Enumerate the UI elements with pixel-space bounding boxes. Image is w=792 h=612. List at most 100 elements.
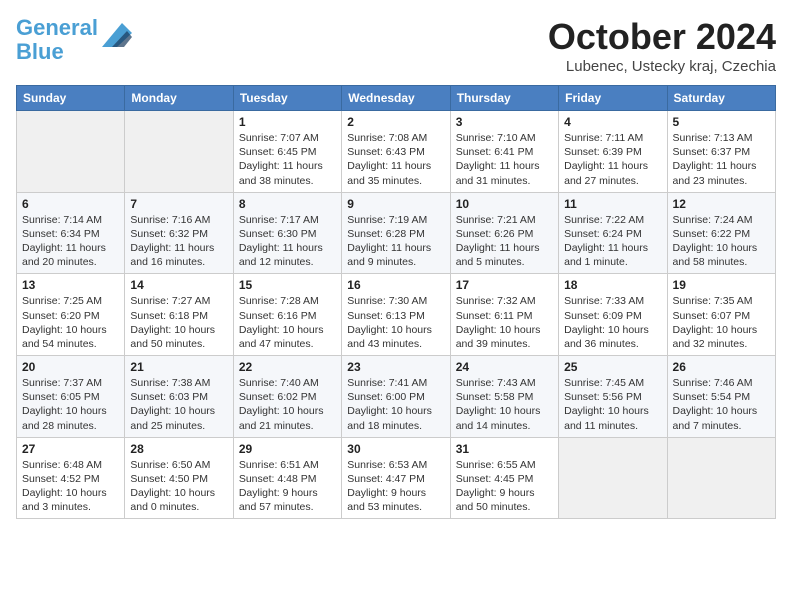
calendar-cell: 18Sunrise: 7:33 AM Sunset: 6:09 PM Dayli… — [559, 274, 667, 356]
calendar-week-4: 20 Sunrise: 7:37 AM Sunset: 6:05 PM Dayli… — [17, 356, 776, 438]
day-number: 18 — [564, 278, 661, 292]
calendar-week-2: 6 Sunrise: 7:14 AM Sunset: 6:34 PM Daylig… — [17, 192, 776, 274]
day-number: 31 — [456, 442, 553, 456]
day-number: 12 — [673, 197, 770, 211]
day-number: 9 — [347, 197, 444, 211]
calendar-cell: 10 Sunrise: 7:21 AM Sunset: 6:26 PM Dayli… — [450, 192, 558, 274]
weekday-header-monday: Monday — [125, 86, 233, 111]
day-number: 10 — [456, 197, 553, 211]
day-number: 14 — [130, 278, 227, 292]
calendar-cell: 13 Sunrise: 7:25 AM Sunset: 6:20 PM Dayli… — [17, 274, 125, 356]
day-info: Sunrise: 7:11 AM Sunset: 6:39 PM Dayligh… — [564, 131, 661, 188]
calendar-cell: 12Sunrise: 7:24 AM Sunset: 6:22 PM Dayli… — [667, 192, 775, 274]
day-number: 2 — [347, 115, 444, 129]
day-number: 11 — [564, 197, 661, 211]
calendar-cell — [125, 111, 233, 193]
day-info: Sunrise: 7:27 AM Sunset: 6:18 PM Dayligh… — [130, 294, 227, 351]
day-info: Sunrise: 7:28 AM Sunset: 6:16 PM Dayligh… — [239, 294, 336, 351]
calendar-cell: 5 Sunrise: 7:13 AM Sunset: 6:37 PM Daylig… — [667, 111, 775, 193]
day-number: 20 — [22, 360, 119, 374]
calendar-header-row: SundayMondayTuesdayWednesdayThursdayFrid… — [17, 86, 776, 111]
calendar-cell: 25Sunrise: 7:45 AM Sunset: 5:56 PM Dayli… — [559, 356, 667, 438]
day-info: Sunrise: 7:41 AM Sunset: 6:00 PM Dayligh… — [347, 376, 444, 433]
calendar-cell: 14 Sunrise: 7:27 AM Sunset: 6:18 PM Dayli… — [125, 274, 233, 356]
day-info: Sunrise: 7:43 AM Sunset: 5:58 PM Dayligh… — [456, 376, 553, 433]
day-number: 22 — [239, 360, 336, 374]
day-info: Sunrise: 7:22 AM Sunset: 6:24 PM Dayligh… — [564, 213, 661, 270]
day-info: Sunrise: 7:21 AM Sunset: 6:26 PM Dayligh… — [456, 213, 553, 270]
day-number: 15 — [239, 278, 336, 292]
calendar-week-1: 1Sunrise: 7:07 AM Sunset: 6:45 PM Daylig… — [17, 111, 776, 193]
title-area: October 2024 Lubenec, Ustecky kraj, Czec… — [548, 16, 776, 75]
day-number: 13 — [22, 278, 119, 292]
weekday-header-wednesday: Wednesday — [342, 86, 450, 111]
calendar-cell: 2 Sunrise: 7:08 AM Sunset: 6:43 PM Daylig… — [342, 111, 450, 193]
day-info: Sunrise: 7:14 AM Sunset: 6:34 PM Dayligh… — [22, 213, 119, 270]
calendar-cell: 28 Sunrise: 6:50 AM Sunset: 4:50 PM Dayli… — [125, 437, 233, 519]
day-info: Sunrise: 7:17 AM Sunset: 6:30 PM Dayligh… — [239, 213, 336, 270]
day-number: 30 — [347, 442, 444, 456]
calendar-cell: 7 Sunrise: 7:16 AM Sunset: 6:32 PM Daylig… — [125, 192, 233, 274]
calendar-cell: 3Sunrise: 7:10 AM Sunset: 6:41 PM Daylig… — [450, 111, 558, 193]
calendar-cell — [17, 111, 125, 193]
location-subtitle: Lubenec, Ustecky kraj, Czechia — [548, 58, 776, 75]
day-number: 25 — [564, 360, 661, 374]
calendar-cell: 16 Sunrise: 7:30 AM Sunset: 6:13 PM Dayli… — [342, 274, 450, 356]
day-info: Sunrise: 7:40 AM Sunset: 6:02 PM Dayligh… — [239, 376, 336, 433]
calendar-week-3: 13 Sunrise: 7:25 AM Sunset: 6:20 PM Dayli… — [17, 274, 776, 356]
day-number: 5 — [673, 115, 770, 129]
page-header: GeneralBlue October 2024 Lubenec, Usteck… — [16, 16, 776, 75]
day-number: 23 — [347, 360, 444, 374]
day-info: Sunrise: 6:50 AM Sunset: 4:50 PM Dayligh… — [130, 458, 227, 515]
calendar-table: SundayMondayTuesdayWednesdayThursdayFrid… — [16, 85, 776, 519]
calendar-cell: 19 Sunrise: 7:35 AM Sunset: 6:07 PM Dayli… — [667, 274, 775, 356]
day-number: 16 — [347, 278, 444, 292]
day-number: 6 — [22, 197, 119, 211]
day-info: Sunrise: 7:19 AM Sunset: 6:28 PM Dayligh… — [347, 213, 444, 270]
calendar-cell: 24 Sunrise: 7:43 AM Sunset: 5:58 PM Dayli… — [450, 356, 558, 438]
day-info: Sunrise: 6:53 AM Sunset: 4:47 PM Dayligh… — [347, 458, 444, 515]
month-title: October 2024 — [548, 16, 776, 58]
calendar-cell: 1Sunrise: 7:07 AM Sunset: 6:45 PM Daylig… — [233, 111, 341, 193]
logo-text: GeneralBlue — [16, 16, 98, 64]
calendar-cell: 17Sunrise: 7:32 AM Sunset: 6:11 PM Dayli… — [450, 274, 558, 356]
calendar-cell: 20 Sunrise: 7:37 AM Sunset: 6:05 PM Dayli… — [17, 356, 125, 438]
calendar-cell: 8 Sunrise: 7:17 AM Sunset: 6:30 PM Daylig… — [233, 192, 341, 274]
day-info: Sunrise: 7:08 AM Sunset: 6:43 PM Dayligh… — [347, 131, 444, 188]
day-info: Sunrise: 7:30 AM Sunset: 6:13 PM Dayligh… — [347, 294, 444, 351]
calendar-cell: 27Sunrise: 6:48 AM Sunset: 4:52 PM Dayli… — [17, 437, 125, 519]
calendar-week-5: 27Sunrise: 6:48 AM Sunset: 4:52 PM Dayli… — [17, 437, 776, 519]
calendar-cell: 26Sunrise: 7:46 AM Sunset: 5:54 PM Dayli… — [667, 356, 775, 438]
weekday-header-tuesday: Tuesday — [233, 86, 341, 111]
day-info: Sunrise: 7:37 AM Sunset: 6:05 PM Dayligh… — [22, 376, 119, 433]
day-number: 19 — [673, 278, 770, 292]
logo: GeneralBlue — [16, 16, 132, 64]
day-info: Sunrise: 7:35 AM Sunset: 6:07 PM Dayligh… — [673, 294, 770, 351]
day-number: 27 — [22, 442, 119, 456]
day-number: 1 — [239, 115, 336, 129]
day-info: Sunrise: 6:51 AM Sunset: 4:48 PM Dayligh… — [239, 458, 336, 515]
weekday-header-sunday: Sunday — [17, 86, 125, 111]
calendar-cell: 4 Sunrise: 7:11 AM Sunset: 6:39 PM Daylig… — [559, 111, 667, 193]
day-number: 4 — [564, 115, 661, 129]
day-number: 21 — [130, 360, 227, 374]
day-info: Sunrise: 7:10 AM Sunset: 6:41 PM Dayligh… — [456, 131, 553, 188]
day-number: 28 — [130, 442, 227, 456]
day-info: Sunrise: 7:25 AM Sunset: 6:20 PM Dayligh… — [22, 294, 119, 351]
day-info: Sunrise: 7:32 AM Sunset: 6:11 PM Dayligh… — [456, 294, 553, 351]
calendar-cell: 23 Sunrise: 7:41 AM Sunset: 6:00 PM Dayli… — [342, 356, 450, 438]
calendar-body: 1Sunrise: 7:07 AM Sunset: 6:45 PM Daylig… — [17, 111, 776, 519]
calendar-cell — [559, 437, 667, 519]
weekday-header-saturday: Saturday — [667, 86, 775, 111]
calendar-cell: 21 Sunrise: 7:38 AM Sunset: 6:03 PM Dayli… — [125, 356, 233, 438]
day-number: 24 — [456, 360, 553, 374]
calendar-cell: 6 Sunrise: 7:14 AM Sunset: 6:34 PM Daylig… — [17, 192, 125, 274]
day-number: 8 — [239, 197, 336, 211]
day-info: Sunrise: 7:38 AM Sunset: 6:03 PM Dayligh… — [130, 376, 227, 433]
day-info: Sunrise: 7:13 AM Sunset: 6:37 PM Dayligh… — [673, 131, 770, 188]
day-info: Sunrise: 7:16 AM Sunset: 6:32 PM Dayligh… — [130, 213, 227, 270]
calendar-cell: 30 Sunrise: 6:53 AM Sunset: 4:47 PM Dayli… — [342, 437, 450, 519]
day-number: 7 — [130, 197, 227, 211]
calendar-cell: 11 Sunrise: 7:22 AM Sunset: 6:24 PM Dayli… — [559, 192, 667, 274]
calendar-cell: 22 Sunrise: 7:40 AM Sunset: 6:02 PM Dayli… — [233, 356, 341, 438]
